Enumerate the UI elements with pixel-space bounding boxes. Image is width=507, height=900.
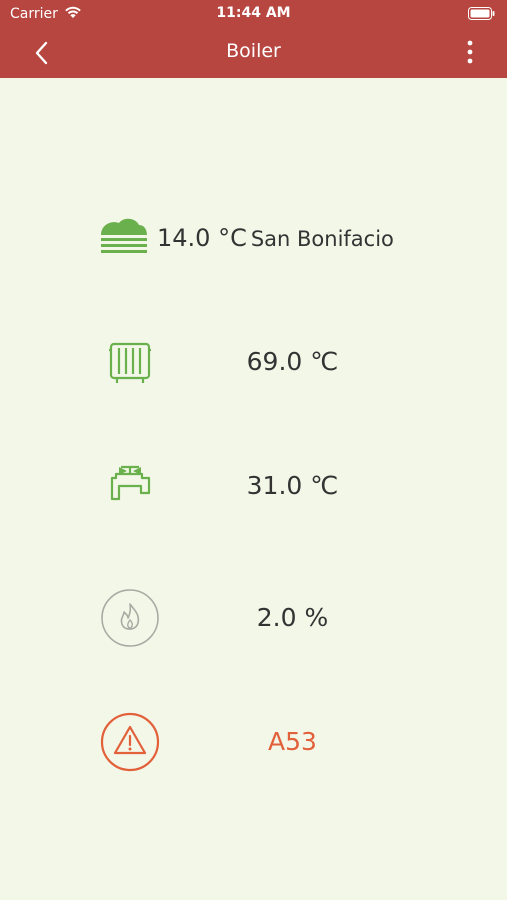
radiator-icon xyxy=(95,327,165,397)
fog-cloud-icon xyxy=(88,202,158,272)
battery-icon xyxy=(468,7,495,24)
outdoor-info: 14.0 °C San Bonifacio xyxy=(157,224,394,252)
more-vertical-icon xyxy=(467,40,473,64)
tap-icon xyxy=(95,451,165,521)
flame-modulation-row: 2.0 % xyxy=(0,583,507,653)
clock: 11:44 AM xyxy=(216,5,291,21)
page-title: Boiler xyxy=(226,40,281,62)
more-options-button[interactable] xyxy=(463,38,477,68)
warning-icon xyxy=(95,707,165,777)
heating-temperature-value: 69.0 ℃ xyxy=(246,347,339,376)
flame-icon xyxy=(95,583,165,653)
navigation-bar: Boiler xyxy=(0,28,507,78)
error-row: A53 xyxy=(0,707,507,777)
location-label: San Bonifacio xyxy=(250,227,394,251)
status-bar: Carrier 11:44 AM xyxy=(0,0,507,28)
flame-modulation-value: 2.0 % xyxy=(256,603,329,632)
heating-temperature-row: 69.0 ℃ xyxy=(0,327,507,397)
error-code-value: A53 xyxy=(268,727,317,756)
outdoor-temperature-value: 14.0 °C xyxy=(157,224,247,252)
hot-water-temperature-row: 31.0 ℃ xyxy=(0,451,507,521)
outdoor-temperature-row: 14.0 °C San Bonifacio xyxy=(0,202,507,272)
hot-water-temperature-value: 31.0 ℃ xyxy=(246,471,339,500)
